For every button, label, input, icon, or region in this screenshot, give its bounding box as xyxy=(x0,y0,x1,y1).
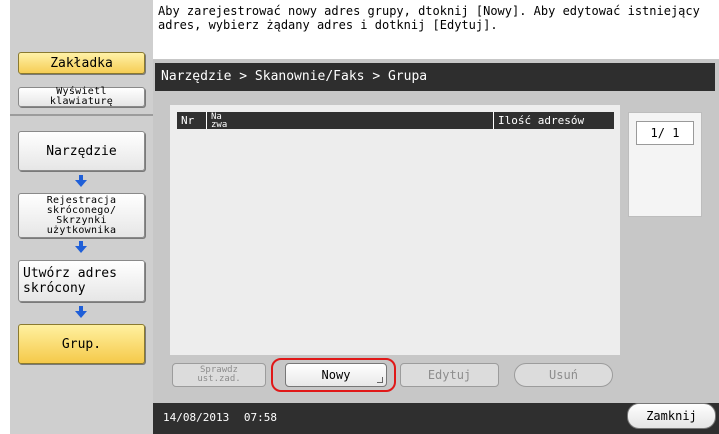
check-settings-label: Sprawdz ust.zad. xyxy=(197,365,241,384)
sidebar-item-create-address[interactable]: Utwórz adres skrócony xyxy=(18,260,145,302)
page-panel: 1/ 1 xyxy=(628,112,702,217)
check-settings-button[interactable]: Sprawdz ust.zad. xyxy=(172,363,266,387)
close-label: Zamknij xyxy=(646,409,697,423)
datetime: 14/08/2013 07:58 xyxy=(163,411,277,425)
page-indicator: 1/ 1 xyxy=(636,121,694,145)
sidebar-item-group-label: Grup. xyxy=(61,336,102,352)
show-keyboard-button[interactable]: Wyświetl klawiaturę xyxy=(18,87,145,107)
sidebar-divider xyxy=(10,114,153,116)
highlight-callout xyxy=(271,358,396,392)
breadcrumb: Narzędzie > Skanownie/Faks > Grupa xyxy=(155,63,715,91)
down-arrow-icon xyxy=(75,241,87,253)
column-header-count: Ilość adresów xyxy=(498,114,585,127)
column-header-nr: Nr xyxy=(177,112,207,129)
column-header-name: Na zwa xyxy=(207,112,494,130)
edit-label: Edytuj xyxy=(427,368,472,382)
sidebar-item-register[interactable]: Rejestracja skróconego/ Skrzynki użytkow… xyxy=(18,193,145,238)
down-arrow-icon xyxy=(75,175,87,187)
down-arrow-icon xyxy=(75,306,87,318)
sidebar: Zakładka Wyświetl klawiaturę Narzędzie R… xyxy=(10,0,153,434)
instruction-message: Aby zarejestrować nowy adres grupy, dtok… xyxy=(158,4,700,32)
bookmark-button[interactable]: Zakładka xyxy=(18,52,145,74)
bookmark-label: Zakładka xyxy=(50,55,113,71)
sidebar-item-register-label: Rejestracja skróconego/ Skrzynki użytkow… xyxy=(46,194,117,236)
date-text: 14/08/2013 xyxy=(163,411,230,424)
screen: Zakładka Wyświetl klawiaturę Narzędzie R… xyxy=(0,0,719,434)
sidebar-item-group[interactable]: Grup. xyxy=(18,324,145,364)
sidebar-item-tool[interactable]: Narzędzie xyxy=(18,131,145,171)
close-button[interactable]: Zamknij xyxy=(627,403,716,429)
show-keyboard-label: Wyświetl klawiaturę xyxy=(49,86,114,107)
table-header: Nr Na zwa Ilość adresów xyxy=(177,112,614,130)
address-list[interactable] xyxy=(170,105,620,355)
edit-button[interactable]: Edytuj xyxy=(400,363,499,387)
sidebar-item-tool-label: Narzędzie xyxy=(46,143,117,159)
sidebar-item-create-address-label: Utwórz adres skrócony xyxy=(23,266,117,296)
time-text: 07:58 xyxy=(243,411,277,424)
delete-label: Usuń xyxy=(549,368,578,382)
delete-button[interactable]: Usuń xyxy=(514,363,613,387)
